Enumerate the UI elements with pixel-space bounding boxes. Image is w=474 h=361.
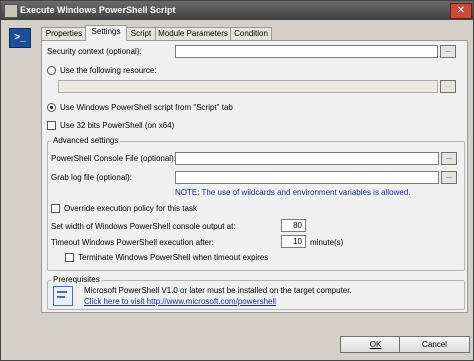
prerequisites-text: Microsoft PowerShell V1.0 or later must … [84, 286, 352, 295]
advanced-settings-group: Advanced settings PowerShell Console Fil… [47, 136, 465, 271]
dialog-client: >_ Properties Settings Script Module Par… [1, 20, 473, 360]
tab-script[interactable]: Script [126, 27, 156, 40]
tab-properties[interactable]: Properties [41, 27, 87, 40]
settings-panel: Security context (optional): ... Use the… [41, 40, 468, 313]
timeout-unit-label: minute(s) [310, 238, 344, 247]
console-file-label: PowerShell Console File (optional): [51, 154, 176, 163]
console-file-browse-button[interactable]: ... [441, 152, 457, 165]
security-context-label: Security context (optional): [47, 47, 142, 56]
dialog-window: Execute Windows PowerShell Script ✕ >_ P… [0, 0, 474, 361]
use-script-tab-radio[interactable] [47, 103, 56, 112]
tab-settings[interactable]: Settings [85, 25, 127, 41]
powershell-link[interactable]: Click here to visit http://www.microsoft… [84, 297, 276, 306]
security-context-input[interactable] [175, 45, 438, 58]
use-resource-radio[interactable] [47, 66, 56, 75]
terminate-timeout-label: Terminate Windows PowerShell when timeou… [78, 253, 269, 262]
close-icon[interactable]: ✕ [450, 3, 472, 19]
prerequisites-icon [53, 286, 73, 306]
advanced-settings-title: Advanced settings [51, 136, 121, 145]
powershell-icon: >_ [9, 28, 31, 48]
wildcards-note: NOTE: The use of wildcards and environme… [175, 188, 411, 197]
cancel-button-label: Cancel [422, 340, 447, 349]
security-context-browse-button[interactable]: ... [440, 45, 456, 58]
tab-condition[interactable]: Condition [230, 27, 272, 40]
use-resource-label: Use the following resource: [60, 66, 157, 75]
grab-log-label: Grab log file (optional): [51, 173, 132, 182]
grab-log-input[interactable] [175, 171, 439, 184]
console-width-input[interactable]: 80 [281, 219, 306, 232]
timeout-input[interactable]: 10 [281, 235, 306, 248]
console-width-label: Set width of Windows PowerShell console … [51, 222, 236, 231]
grab-log-browse-button[interactable]: ... [441, 171, 457, 184]
resource-browse-button[interactable]: ... [440, 80, 456, 93]
console-file-input[interactable] [175, 152, 439, 165]
app-icon [4, 4, 18, 18]
ok-button-label: OK [369, 340, 382, 349]
title-bar[interactable]: Execute Windows PowerShell Script ✕ [1, 1, 473, 20]
timeout-label: Timeout Windows PowerShell execution aft… [51, 238, 214, 247]
prerequisites-group: Prerequisites Microsoft PowerShell V1.0 … [47, 275, 465, 310]
cancel-button[interactable]: Cancel [399, 336, 470, 353]
use-script-tab-label: Use Windows PowerShell script from "Scri… [60, 103, 233, 112]
use-32bit-label: Use 32 bits PowerShell (on x64) [60, 121, 175, 130]
use-32bit-checkbox[interactable] [47, 121, 56, 130]
tab-module-parameters[interactable]: Module Parameters [155, 27, 231, 40]
terminate-timeout-checkbox[interactable] [65, 253, 74, 262]
override-policy-label: Override execution policy for this task [64, 204, 197, 213]
prerequisites-title: Prerequisites [51, 275, 102, 284]
override-policy-checkbox[interactable] [51, 204, 60, 213]
resource-input[interactable] [58, 80, 438, 93]
window-title: Execute Windows PowerShell Script [20, 5, 176, 15]
